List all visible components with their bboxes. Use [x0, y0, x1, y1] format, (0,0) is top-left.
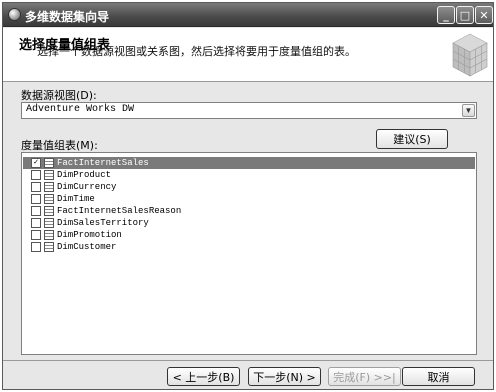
checkbox[interactable]: [31, 230, 41, 240]
table-icon: [44, 206, 54, 216]
table-icon: [44, 218, 54, 228]
window-title: 多维数据集向导: [25, 10, 110, 24]
list-item[interactable]: DimTime: [23, 193, 475, 205]
checkbox[interactable]: [31, 182, 41, 192]
list-item-label: DimProduct: [57, 170, 112, 180]
list-item[interactable]: DimCurrency: [23, 181, 475, 193]
checkbox[interactable]: [31, 170, 41, 180]
chevron-down-icon[interactable]: ▼: [462, 104, 475, 117]
measure-tables-label: 度量值组表(M):: [21, 139, 98, 152]
checkbox[interactable]: [31, 206, 41, 216]
list-item[interactable]: DimProduct: [23, 169, 475, 181]
list-item-label: DimCurrency: [57, 182, 117, 192]
checkbox[interactable]: [31, 242, 41, 252]
close-icon[interactable]: ✕: [475, 6, 493, 24]
back-button[interactable]: < 上一步(B): [167, 367, 240, 386]
app-icon: [8, 8, 21, 21]
wizard-header: 选择度量值组表 选择一个数据源视图或关系图，然后选择将要用于度量值组的表。: [3, 28, 493, 82]
title-bar[interactable]: 多维数据集向导 _ □ ✕: [3, 3, 493, 27]
next-button[interactable]: 下一步(N) >: [248, 367, 321, 386]
checkbox[interactable]: ✓: [31, 158, 41, 168]
wizard-window: 多维数据集向导 _ □ ✕ 选择度量值组表 选择一个数据源视图或关系图，然后选择…: [2, 2, 494, 390]
measure-table-list[interactable]: ✓ FactInternetSales DimProduct DimCurrency D…: [21, 152, 477, 355]
table-icon: [44, 182, 54, 192]
dsv-select[interactable]: Adventure Works DW ▼: [21, 102, 477, 119]
table-icon: [44, 242, 54, 252]
cube-icon: [452, 33, 488, 77]
list-item-label: FactInternetSalesReason: [57, 206, 182, 216]
cancel-button[interactable]: 取消: [402, 367, 475, 386]
table-icon: [44, 230, 54, 240]
list-item[interactable]: FactInternetSalesReason: [23, 205, 475, 217]
list-item[interactable]: DimPromotion: [23, 229, 475, 241]
dsv-value: Adventure Works DW: [26, 104, 135, 115]
list-item-label: DimTime: [57, 194, 95, 204]
page-subtitle: 选择一个数据源视图或关系图，然后选择将要用于度量值组的表。: [37, 45, 356, 58]
list-item-label: DimSalesTerritory: [57, 218, 149, 228]
table-icon: [44, 158, 54, 168]
footer-divider: [3, 360, 493, 361]
list-item[interactable]: DimSalesTerritory: [23, 217, 475, 229]
list-item[interactable]: DimCustomer: [23, 241, 475, 253]
table-icon: [44, 170, 54, 180]
maximize-icon[interactable]: □: [456, 6, 474, 24]
suggest-button[interactable]: 建议(S): [376, 129, 448, 149]
dsv-label: 数据源视图(D):: [21, 89, 97, 102]
finish-button[interactable]: 完成(F) >>|: [328, 367, 401, 386]
list-item[interactable]: ✓ FactInternetSales: [23, 157, 475, 169]
list-item-label: DimCustomer: [57, 242, 117, 252]
list-item-label: FactInternetSales: [57, 158, 149, 168]
table-icon: [44, 194, 54, 204]
minimize-icon[interactable]: _: [437, 6, 455, 24]
list-item-label: DimPromotion: [57, 230, 122, 240]
checkbox[interactable]: [31, 194, 41, 204]
checkbox[interactable]: [31, 218, 41, 228]
